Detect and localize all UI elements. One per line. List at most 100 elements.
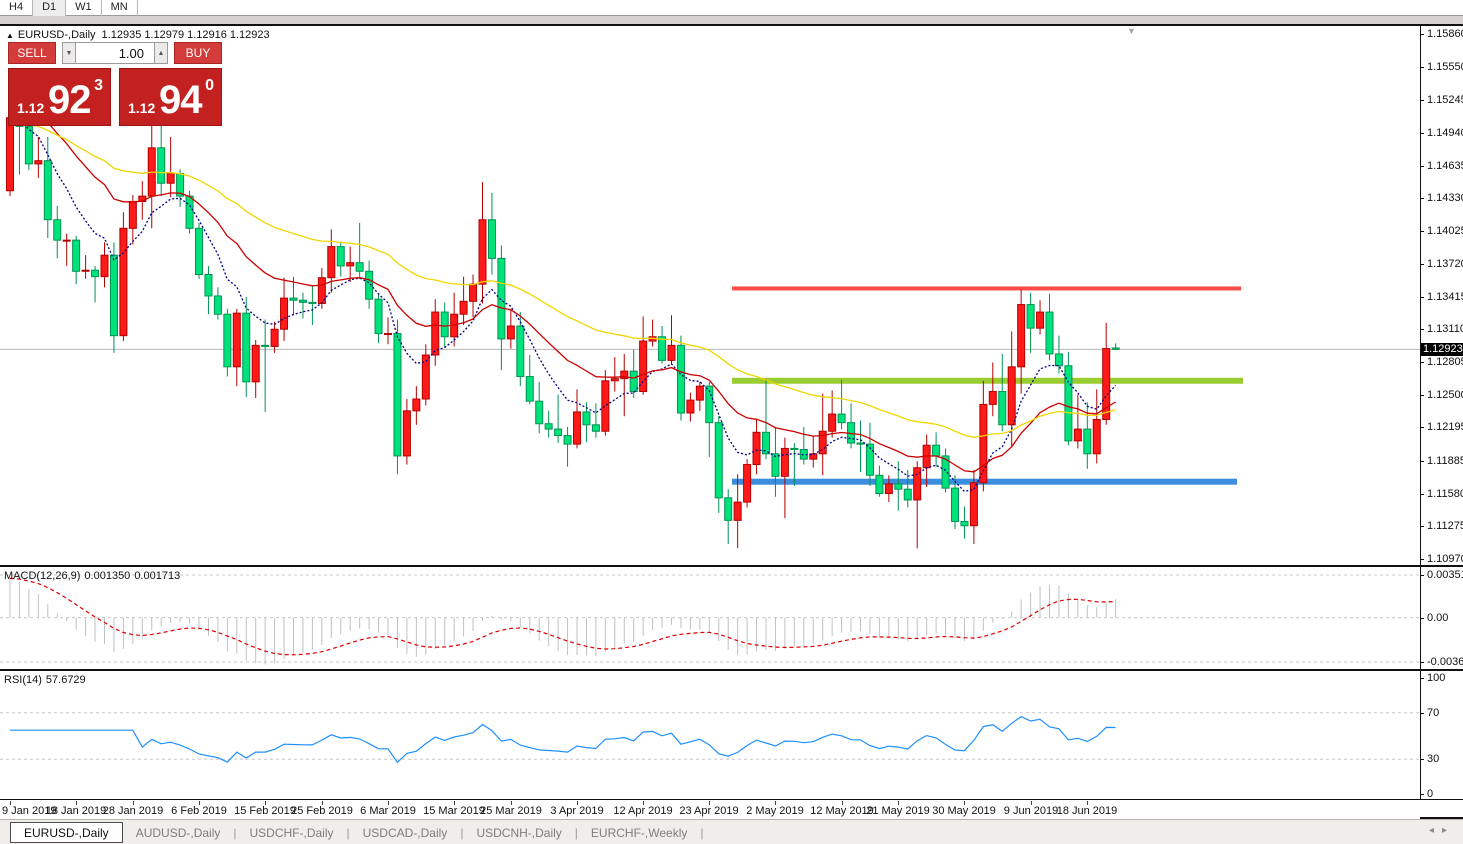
- price-axis-label: 1.14025: [1427, 225, 1463, 237]
- macd-axis-label: 0.00: [1427, 612, 1448, 624]
- sell-price-tile[interactable]: 1.12 92 3: [8, 68, 111, 126]
- macd-axis-label: 0.003518: [1427, 569, 1463, 581]
- pane-divider[interactable]: [0, 565, 1463, 567]
- rsi-line: [10, 717, 1116, 763]
- current-price-tag: 1.12923: [1421, 343, 1463, 356]
- resistance-line[interactable]: [732, 286, 1241, 290]
- axis-tick: [1420, 264, 1424, 265]
- buy-button[interactable]: BUY: [174, 42, 222, 64]
- buy-price-tile[interactable]: 1.12 94 0: [119, 68, 222, 126]
- timeframe-bar: H4D1W1MN: [0, 0, 1463, 16]
- collapse-trade-panel-icon[interactable]: ▲: [6, 31, 14, 40]
- date-label: 6 Feb 2019: [171, 805, 227, 817]
- ohlc-close: 1.12923: [230, 29, 270, 41]
- scroll-right-icon[interactable]: ▸: [1442, 825, 1455, 836]
- trading-platform-window: H4D1W1MN 1.158601.155501.152451.149401.1…: [0, 0, 1463, 844]
- rsi-value: 57.6729: [46, 674, 86, 686]
- axis-tick: [1420, 461, 1424, 462]
- date-label: 21 May 2019: [866, 805, 930, 817]
- timeframe-tab-w1[interactable]: W1: [66, 0, 102, 16]
- volume-input[interactable]: [76, 42, 154, 64]
- axis-tick: [1420, 794, 1424, 795]
- rsi-axis-label: 30: [1427, 753, 1439, 765]
- axis-tick: [1420, 618, 1424, 619]
- axis-tick: [1420, 526, 1424, 527]
- axis-tick: [1420, 678, 1424, 679]
- date-label: 28 Jan 2019: [103, 805, 164, 817]
- timeframe-tab-d1[interactable]: D1: [33, 0, 66, 16]
- macd-axis-label: -0.00367: [1427, 656, 1463, 668]
- date-label: 15 Feb 2019: [234, 805, 296, 817]
- tab-separator: |: [700, 826, 703, 840]
- sell-pips: 92: [48, 78, 91, 123]
- date-label: 15 Mar 2019: [423, 805, 485, 817]
- axis-tick: [1420, 100, 1424, 101]
- sell-button[interactable]: SELL: [8, 42, 56, 64]
- price-axis-label: 1.12500: [1427, 389, 1463, 401]
- tab-scroll-arrows[interactable]: ◂▸: [1429, 825, 1455, 836]
- price-axis-label: 1.15550: [1427, 61, 1463, 73]
- price-axis-label: 1.10970: [1427, 553, 1463, 565]
- rsi-axis-label: 70: [1427, 707, 1439, 719]
- chart-symbol-label: EURUSD-,Daily: [18, 29, 96, 41]
- axis-tick: [1420, 362, 1424, 363]
- trade-controls-row: SELL ▼ ▲ BUY: [8, 42, 222, 64]
- price-axis-label: 1.14330: [1427, 192, 1463, 204]
- rsi-axis-label: 0: [1427, 788, 1433, 800]
- volume-increment-icon[interactable]: ▲: [154, 42, 168, 64]
- price-axis-label: 1.11580: [1427, 488, 1463, 500]
- chart-shift-marker-icon[interactable]: ▼: [1127, 26, 1136, 36]
- macd-pane[interactable]: [0, 567, 1420, 669]
- date-label: 6 Mar 2019: [360, 805, 416, 817]
- symbol-tab-usdcad[interactable]: USDCAD-,Daily: [350, 823, 461, 844]
- macd-signal-line: [10, 578, 1116, 654]
- scroll-left-icon[interactable]: ◂: [1429, 825, 1442, 836]
- timeframe-tab-h4[interactable]: H4: [0, 0, 33, 16]
- axis-tick: [1420, 427, 1424, 428]
- date-label: 25 Feb 2019: [291, 805, 353, 817]
- symbol-tab-eurusd[interactable]: EURUSD-,Daily: [10, 822, 123, 843]
- ohlc-low: 1.12916: [187, 29, 227, 41]
- sell-pip-fraction: 3: [94, 77, 103, 95]
- symbol-tab-audusd[interactable]: AUDUSD-,Daily: [123, 823, 234, 844]
- price-axis-label: 1.11885: [1427, 455, 1463, 467]
- symbol-tab-bar: EURUSD-,DailyAUDUSD-,Daily | USDCHF-,Daily…: [0, 819, 1463, 844]
- price-axis-label: 1.13720: [1427, 258, 1463, 270]
- price-axis-border: [1420, 26, 1421, 800]
- symbol-tab-usdchf[interactable]: USDCHF-,Daily: [237, 823, 347, 844]
- axis-tick: [1420, 575, 1424, 576]
- axis-tick: [1420, 166, 1424, 167]
- axis-tick: [1420, 133, 1424, 134]
- axis-tick: [1420, 67, 1424, 68]
- macd-value-main: 0.001350: [84, 570, 130, 582]
- buy-pips: 94: [159, 78, 202, 123]
- rsi-pane[interactable]: [0, 671, 1420, 799]
- timeframe-tab-mn[interactable]: MN: [102, 0, 138, 16]
- symbol-tab-usdcnh[interactable]: USDCNH-,Daily: [463, 823, 574, 844]
- axis-tick: [1420, 198, 1424, 199]
- ma-mid-line: [10, 98, 1116, 472]
- volume-decrement-icon[interactable]: ▼: [62, 42, 76, 64]
- pane-divider[interactable]: [0, 669, 1463, 671]
- date-label: 25 Mar 2019: [480, 805, 542, 817]
- one-click-trading-panel: SELL ▼ ▲ BUY 1.12 92 3 1.12 94 0: [8, 42, 222, 126]
- macd-name: MACD(12,26,9): [4, 570, 80, 582]
- axis-tick: [1420, 297, 1424, 298]
- macd-histogram: [10, 578, 1116, 664]
- price-axis-label: 1.12195: [1427, 421, 1463, 433]
- rsi-name: RSI(14): [4, 674, 42, 686]
- axis-tick: [1420, 759, 1424, 760]
- axis-tick: [1420, 329, 1424, 330]
- date-label: 18 Jun 2019: [1057, 805, 1118, 817]
- pivot-line[interactable]: [732, 378, 1243, 384]
- axis-tick: [1420, 559, 1424, 560]
- ohlc-open: 1.12935: [102, 29, 142, 41]
- rsi-label: RSI(14) 57.6729: [4, 674, 90, 686]
- price-axis-label: 1.13415: [1427, 291, 1463, 303]
- axis-tick: [1420, 662, 1424, 663]
- symbol-tab-eurchf[interactable]: EURCHF-,Weekly: [578, 823, 700, 844]
- date-label: 9 Jun 2019: [1004, 805, 1058, 817]
- macd-label: MACD(12,26,9)0.0013500.001713: [4, 570, 184, 582]
- chart-window: 1.158601.155501.152451.149401.146351.143…: [0, 24, 1463, 819]
- price-axis-label: 1.11275: [1427, 520, 1463, 532]
